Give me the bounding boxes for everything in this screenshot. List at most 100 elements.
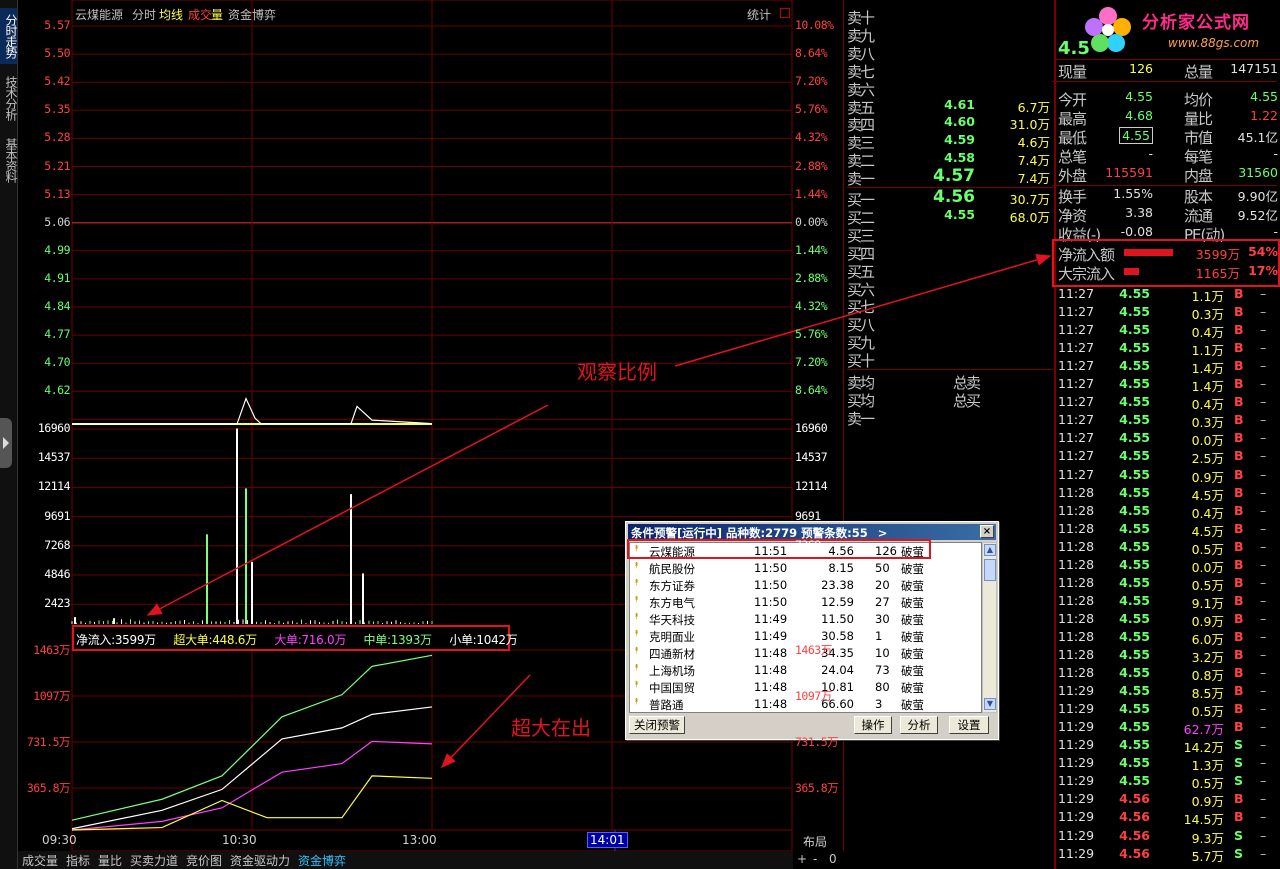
alert-next-arrow[interactable]: > (878, 526, 888, 540)
orderbook-volume: 68.0万 (1009, 209, 1050, 225)
tick-price: 4.55 (1119, 502, 1150, 518)
price-tick: 5.42 (44, 74, 70, 89)
tick-price: 4.55 (1119, 665, 1150, 681)
orderbook-divider (847, 369, 1053, 370)
price-tick: 5.13 (44, 186, 70, 201)
up-arrow-icon: ⯭ (634, 612, 640, 622)
tab-technical[interactable]: 技术分析 (0, 70, 18, 126)
orderbook-buy-row: 买六 (847, 279, 1053, 299)
header-item-avgline[interactable]: 均线 (159, 6, 183, 23)
collapse-handle-icon[interactable] (0, 418, 12, 468)
orderbook-volume: 30.7万 (1009, 192, 1050, 207)
header-item-deal[interactable]: 成交 (188, 6, 212, 23)
bottom-tab[interactable]: 量比 (98, 852, 122, 869)
orderbook-sell-row: 卖四 4.60 31.0万 (847, 114, 1053, 134)
tick-time: 11:27 (1058, 466, 1095, 482)
scroll-down-icon[interactable]: ▼ (984, 698, 996, 710)
tick-volume: 9.1万 (1191, 595, 1224, 611)
orderbook-sell-row: 卖一 4.57 7.4万 (847, 166, 1053, 188)
maximize-icon[interactable] (780, 8, 790, 18)
tick-dash: – (1260, 827, 1267, 843)
alert-scrollbar[interactable]: ▲ ▼ (982, 542, 997, 713)
tick-time: 11:28 (1058, 647, 1095, 662)
tick-time: 11:28 (1058, 665, 1095, 681)
orderbook-buy-row: 买八 (847, 314, 1053, 334)
tab-intraday[interactable]: 分时走势 (0, 8, 18, 64)
alert-row[interactable]: ⯭ 上海机场 11:48 24.04 73 破萤 (630, 662, 981, 679)
tick-volume: 0.0万 (1191, 433, 1224, 449)
quote-key: 今开 (1058, 91, 1087, 109)
tick-price: 4.55 (1119, 520, 1150, 536)
orderbook-avg-row: 卖均 总卖 (847, 372, 1053, 392)
bottom-tab[interactable]: 买卖力道 (130, 852, 178, 869)
layout-button[interactable]: 布局 (803, 833, 827, 850)
tick-price: 4.56 (1119, 845, 1150, 861)
up-arrow-icon: ⯭ (634, 561, 640, 571)
settings-button[interactable]: 设置 (949, 716, 989, 734)
quote-key: 内盘 (1184, 167, 1213, 185)
bottom-tab[interactable]: 资金驱动力 (230, 852, 290, 869)
stat-button[interactable]: 统计 (747, 6, 771, 23)
tick-time: 11:29 (1058, 809, 1095, 825)
tick-volume: 0.3万 (1191, 307, 1224, 323)
zoom-reset-button[interactable]: 0 (829, 852, 837, 866)
tick-dash: – (1260, 755, 1267, 771)
orderbook-buy-row: 买五 (847, 261, 1053, 281)
orderbook-avg-row: 卖一 (847, 408, 1053, 428)
quote-key: 外盘 (1058, 167, 1087, 185)
alert-row[interactable]: ⯭ 华天科技 11:49 11.50 30 破萤 (630, 611, 981, 628)
orderbook-price: 4.60 (944, 114, 975, 130)
quote-value: - (1273, 146, 1278, 161)
tick-time: 11:28 (1058, 610, 1095, 626)
bottom-indicator-tabs: 成交量 指标 量比 买卖力道 竞价图 资金驱动力 资金博弈 (18, 851, 793, 869)
alert-time: 11:50 (754, 578, 788, 592)
close-icon[interactable]: × (980, 525, 994, 538)
tick-side: B (1234, 628, 1244, 644)
scroll-up-icon[interactable]: ▲ (984, 544, 996, 556)
quote-divider (1055, 59, 1280, 60)
close-alert-button[interactable]: 关闭预警 (629, 716, 685, 734)
quote-divider (1052, 81, 1277, 82)
bottom-tab[interactable]: 指标 (66, 852, 90, 869)
pct-tick: 4.32% (795, 299, 828, 313)
alert-stock-name: 东方证券 (649, 579, 695, 593)
alert-type: 破萤 (901, 613, 924, 627)
tick-side: B (1234, 574, 1244, 590)
scroll-thumb[interactable] (984, 559, 996, 581)
bottom-tab[interactable]: 资金博弈 (298, 852, 346, 869)
tick-dash: – (1260, 484, 1267, 500)
tick-dash: – (1260, 502, 1267, 518)
alert-type: 破萤 (901, 647, 924, 661)
volume-tick-right: 16960 (795, 421, 828, 435)
up-arrow-icon: ⯭ (634, 595, 640, 605)
orderbook-sell-row: 卖五 4.61 6.7万 (847, 97, 1053, 117)
orderbook-price: 4.58 (944, 150, 975, 166)
header-item-fund-game[interactable]: 资金博弈 (228, 6, 276, 23)
tick-row: 11:28 4.55 9.1万 B – (1058, 593, 1278, 611)
tick-row: 11:27 4.55 0.3万 B – (1058, 304, 1278, 322)
price-tick: 5.57 (44, 18, 70, 32)
flow-tick: 1097万 (33, 689, 70, 703)
orderbook-buy-row: 买九 (847, 332, 1053, 352)
bottom-tab[interactable]: 成交量 (22, 852, 58, 869)
volume-tick-right: 4846 (795, 567, 821, 581)
alert-volume: 3 (875, 697, 883, 711)
up-arrow-icon: ⯭ (634, 663, 640, 673)
quote-value: 4.68 (1125, 108, 1153, 123)
zoom-out-button[interactable]: - (813, 852, 817, 866)
header-item-volume[interactable]: 量 (211, 6, 223, 23)
quote-key: 每笔 (1184, 148, 1213, 166)
header-item-timeline[interactable]: 分时 (132, 6, 156, 23)
bottom-tab[interactable]: 竞价图 (186, 852, 222, 869)
tick-dash: – (1260, 683, 1267, 699)
tick-row: 11:29 4.55 0.5万 S – (1058, 773, 1278, 791)
tab-fundamentals[interactable]: 基本资料 (0, 132, 18, 188)
tick-time: 11:28 (1058, 556, 1095, 572)
tick-side: B (1234, 610, 1244, 626)
zoom-in-button[interactable]: + (797, 852, 807, 866)
quote-value: 3.38 (1125, 205, 1153, 220)
alert-volume: 20 (875, 578, 890, 592)
operate-button[interactable]: 操作 (854, 716, 892, 734)
analyze-button[interactable]: 分析 (900, 716, 938, 734)
tick-volume: 0.9万 (1191, 469, 1224, 485)
